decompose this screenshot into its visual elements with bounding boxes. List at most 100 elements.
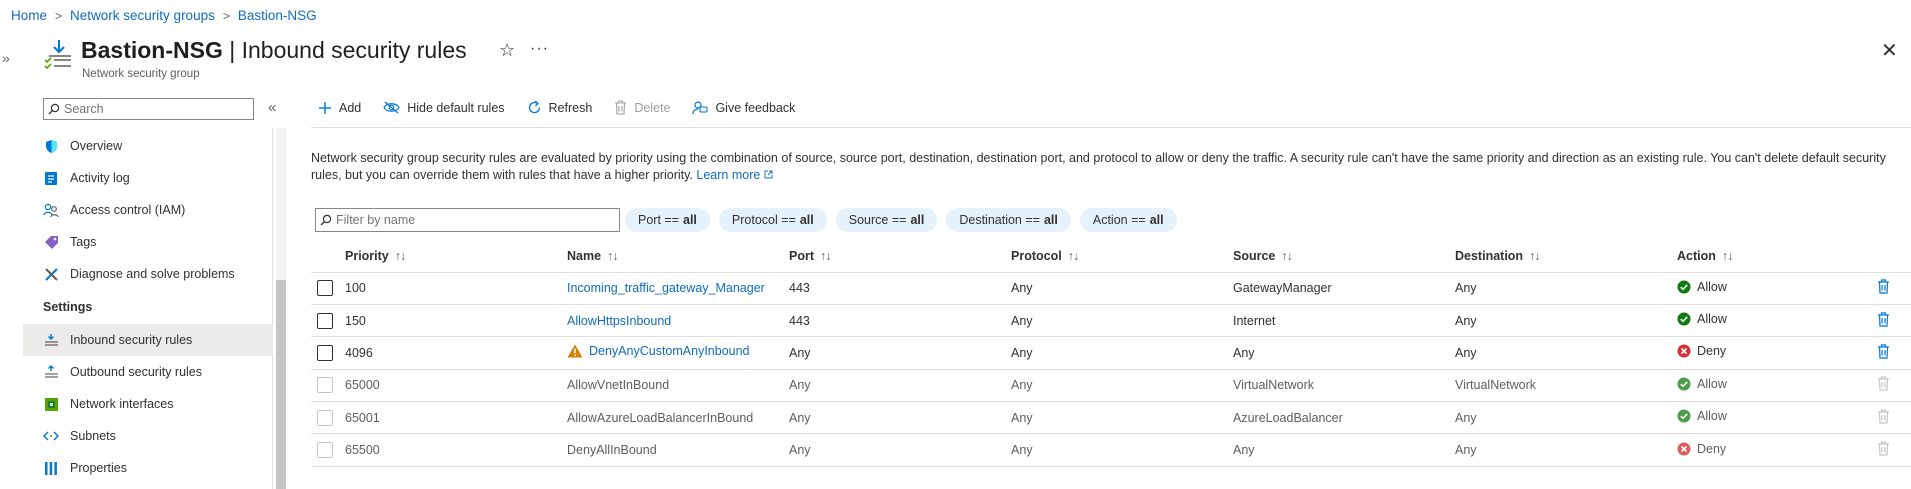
refresh-label: Refresh [548,100,593,115]
sidebar-item-network-interfaces[interactable]: Network interfaces [23,388,273,420]
filter-by-name[interactable] [315,208,620,232]
table-row[interactable]: 65000 AllowVnetInBound Any Any VirtualNetwor… [311,369,1911,403]
favorite-star-icon[interactable]: ☆ [499,40,515,61]
column-header-source[interactable]: Source ↑↓ [1233,240,1455,273]
sort-icon[interactable]: ↑↓ [820,249,831,263]
name-cell: AllowVnetInBound [567,369,789,403]
column-header-destination[interactable]: Destination ↑↓ [1455,240,1677,273]
table-row[interactable]: 65001 AllowAzureLoadBalancerInBound Any Any… [311,401,1911,435]
sidebar-item-outbound-rules[interactable]: Outbound security rules [23,356,273,388]
resource-name: Bastion-NSG [81,37,223,63]
table-row[interactable]: 65500 DenyAllInBound Any Any Any Any Deny [311,433,1911,467]
sort-icon[interactable]: ↑↓ [1529,249,1540,263]
trash-icon [1878,344,1889,359]
collapse-sidebar-icon[interactable]: « [268,99,276,116]
page-title: Bastion-NSG | Inbound security rules [81,37,467,64]
sidebar-item-diagnose[interactable]: Diagnose and solve problems [23,258,273,290]
column-header-name[interactable]: Name ↑↓ [567,240,789,273]
action-label: Allow [1697,376,1727,391]
title-divider: | [222,37,242,63]
properties-icon [43,460,59,476]
breadcrumb-home[interactable]: Home [11,8,47,23]
add-button[interactable]: Add [318,101,361,115]
filter-pill-protocol[interactable]: Protocol == all [718,208,827,232]
filter-pill-action[interactable]: Action == all [1079,208,1177,232]
row-checkbox[interactable] [317,312,333,329]
give-feedback-button[interactable]: Give feedback [692,100,795,115]
rule-name-link[interactable]: Incoming_traffic_gateway_Manager [567,281,765,295]
filter-pill-destination[interactable]: Destination == all [946,208,1071,232]
row-checkbox[interactable] [317,344,333,361]
table-header-row: Priority ↑↓ Name ↑↓ Port ↑↓ Protocol ↑↓ Sour… [311,240,1911,273]
column-header-action[interactable]: Action ↑↓ [1677,240,1877,273]
action-label: Deny [1697,441,1727,456]
sidebar-search-input[interactable] [64,102,244,116]
priority-cell: 100 [345,272,567,305]
sidebar-item-inbound-rules[interactable]: Inbound security rules [23,324,273,356]
expand-menu-icon[interactable]: » [2,50,10,66]
sidebar-scrollbar-thumb[interactable] [276,280,286,489]
breadcrumb-current[interactable]: Bastion-NSG [238,8,317,23]
filter-by-name-input[interactable] [336,213,616,227]
hide-default-rules-button[interactable]: Hide default rules [383,101,505,115]
rule-name-link[interactable]: AllowHttpsInbound [567,314,671,328]
row-select-cell [311,336,345,370]
action-label: Allow [1697,279,1727,294]
sidebar-item-activity-log[interactable]: Activity log [23,162,273,194]
priority-cell: 65001 [345,401,567,435]
action-status: Allow [1677,377,1727,391]
learn-more-link[interactable]: Learn more [696,168,773,182]
sort-icon[interactable]: ↑↓ [1068,249,1079,263]
port-cell: Any [789,401,1011,435]
destination-cell: Any [1455,304,1677,338]
row-select-cell [311,304,345,338]
sidebar-section-settings: Settings [43,300,93,314]
row-delete-button[interactable] [1877,311,1890,327]
rule-name: AllowVnetInBound [567,378,670,393]
table-row[interactable]: 150 AllowHttpsInbound 443 Any Internet Any All… [311,304,1911,338]
rule-name-link[interactable]: DenyAnyCustomAnyInbound [589,344,750,358]
delete-button[interactable]: Delete [614,100,670,115]
pill-label: Port == [638,213,679,227]
sidebar-item-overview[interactable]: Overview [23,130,273,162]
inbound-rules-header-icon [44,40,71,70]
breadcrumb: Home > Network security groups > Bastion… [11,8,317,23]
sidebar-item-access-control[interactable]: Access control (IAM) [23,194,273,226]
sort-icon[interactable]: ↑↓ [1281,249,1292,263]
sidebar-search[interactable] [43,98,254,120]
allow-check-icon [1677,280,1691,294]
row-delete-button[interactable] [1877,344,1890,359]
command-bar: Add Hide default rules Refresh Delete Gi… [318,100,795,115]
table-row[interactable]: 4096 DenyAnyCustomAnyInbound Any Any Any Any D… [311,336,1911,370]
column-header-port[interactable]: Port ↑↓ [789,240,1011,273]
row-delete-button[interactable] [1877,279,1890,294]
page-subtitle: Network security group [82,68,200,80]
breadcrumb-nsg-list[interactable]: Network security groups [70,8,215,23]
action-cell: Deny [1677,433,1877,467]
table-row[interactable]: 100 Incoming_traffic_gateway_Manager 443 An… [311,272,1911,305]
column-header-protocol[interactable]: Protocol ↑↓ [1011,240,1233,273]
action-status: Allow [1677,312,1727,326]
sort-icon[interactable]: ↑↓ [1722,249,1733,263]
trash-icon [1878,441,1889,456]
sort-icon[interactable]: ↑↓ [607,249,618,263]
warning-icon [567,344,583,358]
sort-icon[interactable]: ↑↓ [395,249,406,263]
filter-pills: Port == all Protocol == all Source == all D… [625,208,1177,232]
sidebar-item-properties[interactable]: Properties [23,452,273,484]
refresh-button[interactable]: Refresh [527,100,593,115]
allow-check-icon [1677,409,1691,423]
sidebar-item-label: Tags [70,235,97,249]
sidebar-item-subnets[interactable]: Subnets [23,420,273,452]
deny-x-icon [1677,344,1691,358]
trash-icon [1878,279,1889,294]
sidebar-item-tags[interactable]: Tags [23,226,273,258]
filter-pill-port[interactable]: Port == all [625,208,710,232]
column-header-priority[interactable]: Priority ↑↓ [345,240,567,273]
more-options-icon[interactable]: ··· [530,40,549,58]
row-delete-cell [1877,304,1911,338]
filter-pill-source[interactable]: Source == all [835,208,938,232]
row-checkbox[interactable] [317,280,333,297]
action-cell: Deny [1677,336,1877,370]
close-icon[interactable]: ✕ [1881,38,1898,63]
